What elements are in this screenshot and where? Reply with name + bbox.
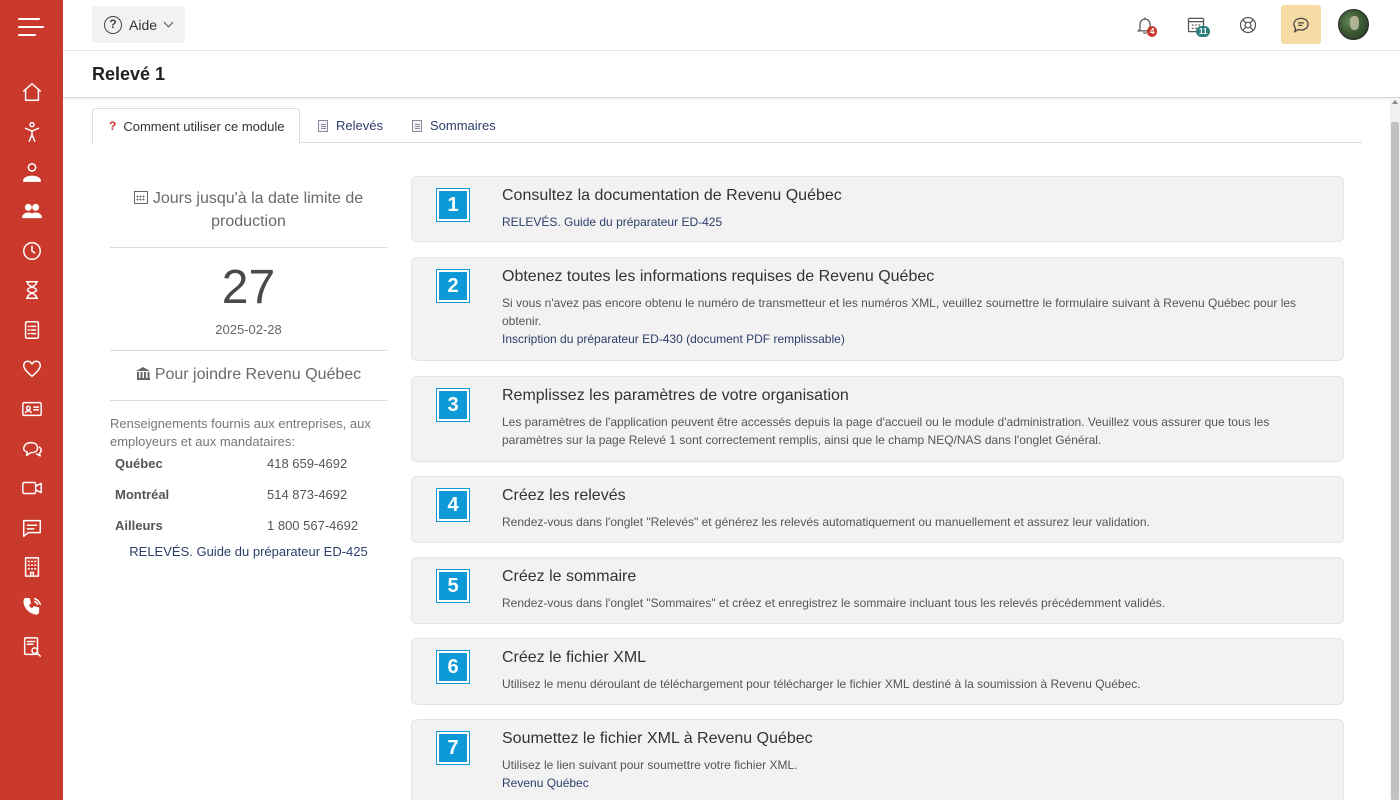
inscription-ed430-link[interactable]: Inscription du préparateur ED-430 (docum… [502,330,1322,348]
step-text: Les paramètres de l'application peuvent … [502,415,1270,447]
step-card-2: 2 Obtenez toutes les informations requis… [411,257,1344,361]
step-card-3: 3 Remplissez les paramètres de votre org… [411,376,1344,462]
calendar-badge: 11 [1196,26,1211,37]
contact-row-quebec: Québec 418 659-4692 [115,456,348,471]
chevron-down-icon [163,17,174,28]
step-number: 5 [436,569,470,603]
users-icon[interactable] [19,198,44,223]
step-card-7: 7 Soumettez le fichier XML à Revenu Québ… [411,719,1344,800]
hourglass-icon[interactable] [19,277,44,302]
step-number: 6 [436,650,470,684]
bank-icon [135,367,151,380]
contact-row-ailleurs: Ailleurs 1 800 567-4692 [115,518,359,533]
question-icon: ? [104,15,122,34]
help-label: Aide [129,16,158,33]
step-body: Rendez-vous dans l'onglet "Sommaires" et… [502,594,1322,612]
deadline-heading: Jours jusqu'à la date limite de producti… [110,180,387,247]
menu-icon[interactable] [18,16,44,38]
person-icon[interactable] [19,119,44,144]
step-text: Rendez-vous dans l'onglet "Sommaires" et… [502,596,1166,610]
video-icon[interactable] [19,475,44,500]
scroll-up-arrow[interactable] [1392,100,1398,104]
step-title: Soumettez le fichier XML à Revenu Québec [502,730,813,747]
step-text: Rendez-vous dans l'onglet "Relevés" et g… [502,515,1150,529]
document-icon [318,119,328,132]
clock-icon[interactable] [19,238,44,263]
page-title: Relevé 1 [92,64,166,84]
revenu-quebec-link[interactable]: Revenu Québec [502,774,1322,792]
document-icon [412,119,422,132]
deadline-date: 2025-02-28 [215,322,282,337]
tab-label: Relevés [336,118,383,133]
top-bar: ? Aide 4 11 [63,0,1400,50]
step-title: Remplissez les paramètres de votre organ… [502,387,849,404]
notifications-button[interactable]: 4 [1132,12,1158,38]
notification-badge: 4 [1147,26,1158,37]
step-number: 4 [436,488,470,522]
help-dropdown[interactable]: ? Aide [92,6,185,43]
building-icon[interactable] [19,554,44,579]
calendar-icon [133,191,148,204]
step-body: Si vous n'avez pas encore obtenu le numé… [502,294,1322,348]
step-title: Créez les relevés [502,487,626,504]
guide-ed425-link[interactable]: RELEVÉS. Guide du préparateur ED-425 [129,544,367,559]
tab-label: Comment utiliser ce module [123,118,285,134]
step-text: Si vous n'avez pas encore obtenu le numé… [502,296,1297,328]
message-icon[interactable] [19,515,44,540]
step-body: Utilisez le menu déroulant de télécharge… [502,675,1322,693]
employee-icon[interactable] [19,159,44,184]
step-card-6: 6 Créez le fichier XML Utilisez le menu … [411,638,1344,705]
step-number: 2 [436,269,470,303]
heart-icon[interactable] [19,356,44,381]
contact-row-montreal: Montréal 514 873-4692 [115,487,348,502]
step-text: Utilisez le menu déroulant de télécharge… [502,677,1141,691]
id-card-icon[interactable] [19,396,44,421]
chat-button[interactable] [1281,5,1321,44]
support-button[interactable] [1235,12,1261,38]
calendar-button[interactable]: 11 [1183,12,1211,38]
guide-ed425-link[interactable]: RELEVÉS. Guide du préparateur ED-425 [502,213,1322,231]
tab-how-to-use[interactable]: ? Comment utiliser ce module [92,108,300,144]
step-title: Créez le fichier XML [502,649,647,666]
step-body: Rendez-vous dans l'onglet "Relevés" et g… [502,513,1322,531]
step-body: Utilisez le lien suivant pour soumettre … [502,756,1322,792]
contact-heading: Pour joindre Revenu Québec [110,351,387,400]
step-card-1: 1 Consultez la documentation de Revenu Q… [411,176,1344,242]
comments-icon[interactable] [19,436,44,461]
tab-label: Sommaires [430,118,496,133]
divider [110,247,387,248]
deadline-panel: Jours jusqu'à la date limite de producti… [110,180,387,561]
lifebuoy-icon [1239,16,1257,34]
tab-releves[interactable]: Relevés [318,108,383,143]
scrollbar-thumb[interactable] [1391,122,1399,800]
home-icon[interactable] [19,79,44,104]
avatar[interactable] [1338,9,1369,40]
step-body: Les paramètres de l'application peuvent … [502,413,1322,449]
step-number: 1 [436,188,470,222]
module-tabs: ? Comment utiliser ce module Relevés Som… [92,108,1362,144]
checklist-icon[interactable] [19,317,44,342]
page-header: Relevé 1 [63,50,1400,98]
step-text: Utilisez le lien suivant pour soumettre … [502,758,798,772]
step-title: Obtenez toutes les informations requises… [502,268,935,285]
phone-icon[interactable] [19,594,44,619]
report-icon[interactable] [19,634,44,659]
step-number: 3 [436,388,470,422]
step-body: RELEVÉS. Guide du préparateur ED-425 [502,213,1322,231]
step-number: 7 [436,731,470,765]
step-card-5: 5 Créez le sommaire Rendez-vous dans l'o… [411,557,1344,624]
step-title: Consultez la documentation de Revenu Qué… [502,187,842,204]
sidebar [0,0,63,800]
tab-sommaires[interactable]: Sommaires [412,108,496,143]
divider [110,400,387,401]
chat-icon [1293,17,1309,33]
step-card-4: 4 Créez les relevés Rendez-vous dans l'o… [411,476,1344,543]
step-title: Créez le sommaire [502,568,637,585]
question-icon: ? [109,119,117,133]
contact-intro: Renseignements fournis aux entreprises, … [110,416,371,449]
days-remaining: 27 [221,261,276,314]
